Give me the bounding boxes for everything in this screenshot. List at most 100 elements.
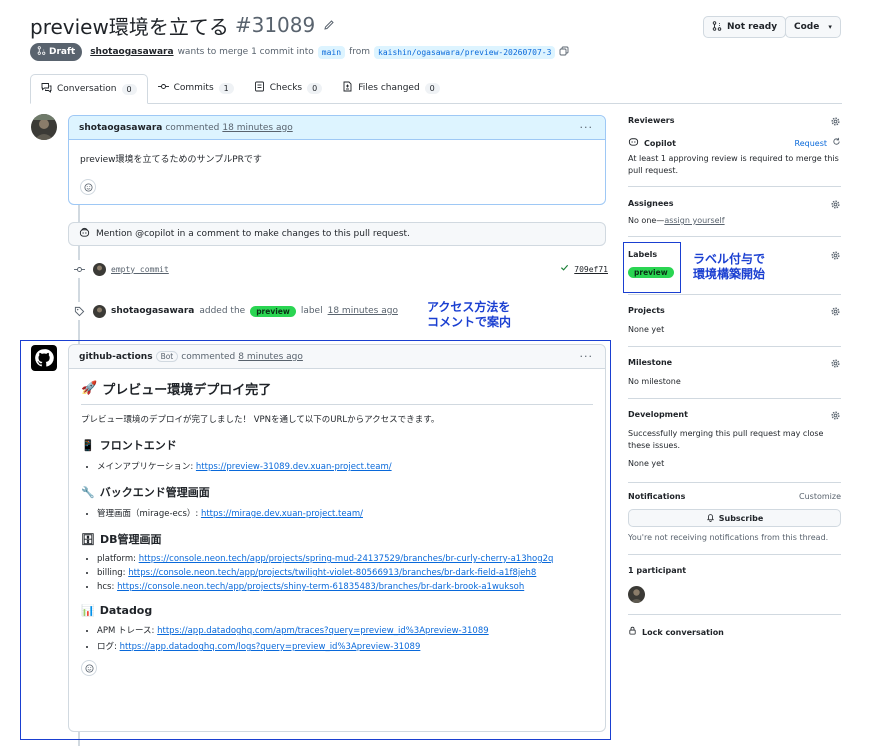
sidebar-milestone: Milestone No milestone [628,358,841,388]
subscribe-label: Subscribe [718,513,764,523]
tab-count: 0 [424,82,440,94]
reviewer-row: Copilot Request [628,136,841,150]
from-text: from [349,47,370,57]
lock-conversation-link[interactable]: Lock conversation [628,625,841,639]
copilot-icon [79,227,90,241]
divider [628,186,841,187]
access-annotation: アクセス方法を コメントで案内 [427,300,511,330]
pencil-icon[interactable] [323,19,335,31]
code-label: Code [794,22,820,32]
tab-files-changed[interactable]: Files changed 0 [332,73,450,103]
tab-label: Commits [173,83,214,93]
commit-row: empty commit 709ef71 [70,259,608,279]
projects-value: None yet [628,325,665,334]
chevron-down-icon: ▾ [828,23,832,31]
gear-icon[interactable] [830,306,841,317]
check-icon[interactable] [560,263,569,275]
pr-title-row: preview環境を立てる #31089 [30,10,335,40]
bell-icon [706,513,715,524]
labels-highlight-box [623,242,681,293]
copilot-icon [628,136,639,150]
event-time[interactable]: 18 minutes ago [328,306,398,316]
milestone-value: No milestone [628,377,681,386]
divider [628,554,841,555]
assignees-none: No one— [628,216,665,225]
head-branch[interactable]: kaishin/ogasawara/preview-20260707-3 [374,45,556,59]
base-branch[interactable]: main [317,45,346,59]
gear-icon[interactable] [830,116,841,127]
comment-box: shotaogasawara commented 18 minutes ago … [68,115,606,205]
comment-author[interactable]: shotaogasawara [79,123,162,133]
sidebar-assignees: Assignees No one—assign yourself [628,199,841,229]
assign-yourself-link[interactable]: assign yourself [664,216,724,225]
not-ready-button[interactable]: Not ready [703,16,787,38]
copy-icon[interactable] [559,46,569,59]
event-suffix: label [300,306,323,316]
section-title: 1 participant [628,566,687,575]
author-link[interactable]: shotaogasawara [90,47,173,57]
comment-body: preview環境を立てるためのサンプルPRです [69,140,605,195]
gear-icon[interactable] [830,250,841,261]
section-title: Milestone [628,358,673,367]
comment-highlight-box [20,340,611,740]
annotation-line: ラベル付与で [693,252,766,266]
commit-sha[interactable]: 709ef71 [574,265,608,274]
label-preview[interactable]: preview [250,305,296,317]
sidebar-development: Development Successfully merging this pu… [628,410,841,472]
merge-text: wants to merge 1 commit into [177,47,314,57]
avatar[interactable] [93,262,106,276]
subscribe-button[interactable]: Subscribe [628,509,841,527]
sync-icon[interactable] [832,137,841,149]
section-title: Assignees [628,199,674,208]
tag-icon [70,302,88,320]
customize-link[interactable]: Customize [799,492,841,501]
divider [628,482,841,483]
file-diff-icon [342,81,353,95]
tab-commits[interactable]: Commits 1 [148,73,244,103]
lock-label: Lock conversation [642,627,724,637]
divider [628,236,841,237]
notifications-note: You're not receiving notifications from … [628,533,829,542]
pr-title: preview環境を立てる [30,14,229,39]
git-commit-icon [157,81,169,95]
git-pull-request-draft-icon [37,46,46,58]
notice-text: Mention @copilot in a comment to make ch… [96,229,410,239]
tab-label: Conversation [57,84,117,94]
status-badge: Draft [30,43,83,61]
annotation-line: 環境構築開始 [693,267,766,281]
development-note: Successfully merging this pull request m… [628,429,824,450]
assignees-value: No one—assign yourself [628,216,725,225]
status-label: Draft [49,47,76,57]
tab-checks[interactable]: Checks 0 [244,73,332,103]
request-review-link[interactable]: Request [795,139,828,148]
avatar[interactable] [31,114,57,140]
gear-icon[interactable] [830,199,841,210]
tab-label: Checks [269,83,303,93]
avatar[interactable] [628,586,645,603]
pr-meta: Draft shotaogasawara wants to merge 1 co… [30,42,569,62]
commit-message[interactable]: empty commit [111,265,169,274]
comment-time[interactable]: 18 minutes ago [222,123,292,133]
development-value: None yet [628,459,665,468]
tab-count: 0 [307,82,323,94]
gear-icon[interactable] [830,358,841,369]
smiley-icon[interactable] [80,179,96,195]
reviewer-name[interactable]: Copilot [644,139,676,148]
divider [628,398,841,399]
divider [628,614,841,615]
lock-icon [628,626,637,638]
comment-text: preview環境を立てるためのサンプルPRです [80,155,262,165]
tab-label: Files changed [358,83,420,93]
kebab-horizontal-icon[interactable]: ··· [580,121,594,134]
annotation-line: アクセス方法を [427,300,511,314]
code-button[interactable]: Code ▾ [785,16,841,38]
section-title: Projects [628,306,665,315]
section-title: Development [628,410,688,419]
gear-icon[interactable] [830,410,841,421]
avatar[interactable] [93,304,106,318]
event-author[interactable]: shotaogasawara [111,306,194,316]
labels-annotation: ラベル付与で 環境構築開始 [693,252,765,282]
divider [628,346,841,347]
comment-discussion-icon [41,82,52,96]
tab-conversation[interactable]: Conversation 0 [30,74,148,104]
